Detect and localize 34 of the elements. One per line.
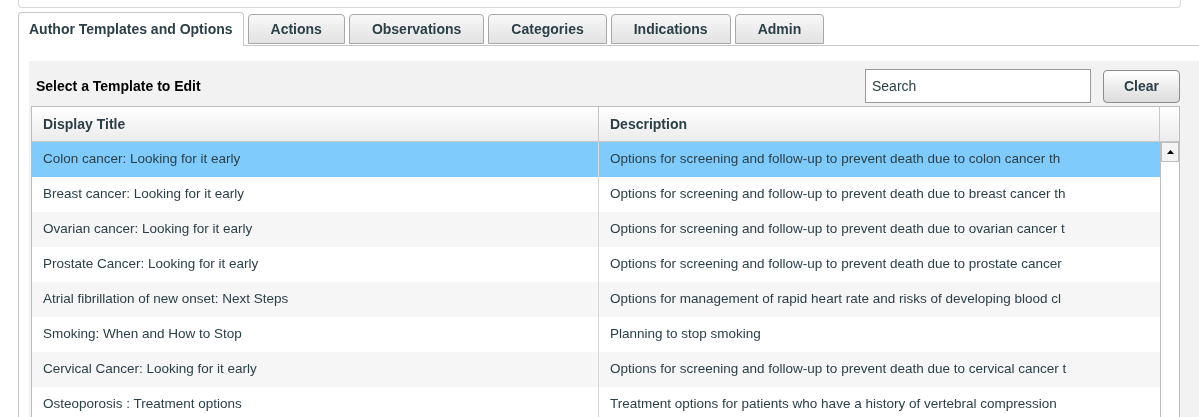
table-cell-text: Smoking: When and How to Stop [43,325,242,344]
table-cell-text: Planning to stop smoking [610,325,761,344]
table-cell-text: Cervical Cancer: Looking for it early [43,360,257,379]
clear-button[interactable]: Clear [1103,69,1180,103]
table-cell-text: Ovarian cancer: Looking for it early [43,220,253,239]
tab[interactable]: Admin [734,14,825,44]
tab[interactable]: Indications [610,14,731,44]
table-cell-text: Options for screening and follow-up to prevent death due to breast cancer th [610,185,1066,204]
table-row[interactable]: Atrial fibrillation of new onset: Next Steps Options for management of rapid heart rate and risks of developing blood cl [32,282,1160,317]
table-cell-text: Osteoporosis : Treatment options [43,395,242,414]
table-cell-text: Treatment options for patients who have a history of vertebral compression [610,395,1057,414]
table-row[interactable]: Cervical Cancer: Looking for it early Options for screening and follow-up to prevent death due to cervical cancer t [32,352,1160,387]
table-cell-text: Breast cancer: Looking for it early [43,185,245,204]
table-row[interactable]: Ovarian cancer: Looking for it early Options for screening and follow-up to prevent death due to ovarian cancer t [32,212,1160,247]
search-field[interactable]: Search [865,69,1091,103]
panel-title: Select a Template to Edit [36,76,201,96]
table-cell-text: Prostate Cancer: Looking for it early [43,255,259,274]
table-cell-text: Options for management of rapid heart rate and risks of developing blood cl [610,290,1061,309]
column-header[interactable]: Description [599,107,1160,141]
tab[interactable]: Author Templates and Options [18,12,244,46]
table-row[interactable]: Colon cancer: Looking for it early Options for screening and follow-up to prevent death due to colon cancer th [32,142,1160,177]
scroll-up-button[interactable] [1161,142,1179,162]
tab[interactable]: Categories [488,14,607,44]
table-cell-text: Options for screening and follow-up to prevent death due to cervical cancer t [610,360,1067,379]
tab[interactable]: Observations [348,14,485,44]
column-header[interactable]: Display Title [32,107,599,141]
table-cell-text: Atrial fibrillation of new onset: Next Steps [43,290,289,309]
table-cell-text: Options for screening and follow-up to prevent death due to ovarian cancer t [610,220,1065,239]
up-arrow-icon [1166,150,1174,154]
scrollbar[interactable] [1160,142,1179,417]
table-cell-text: Options for screening and follow-up to prevent death due to colon cancer th [610,150,1061,169]
table-cell-text: Options for screening and follow-up to prevent death due to prostate cancer [610,255,1062,274]
tab[interactable]: Actions [247,14,345,44]
table-cell-text: Colon cancer: Looking for it early [43,150,241,169]
